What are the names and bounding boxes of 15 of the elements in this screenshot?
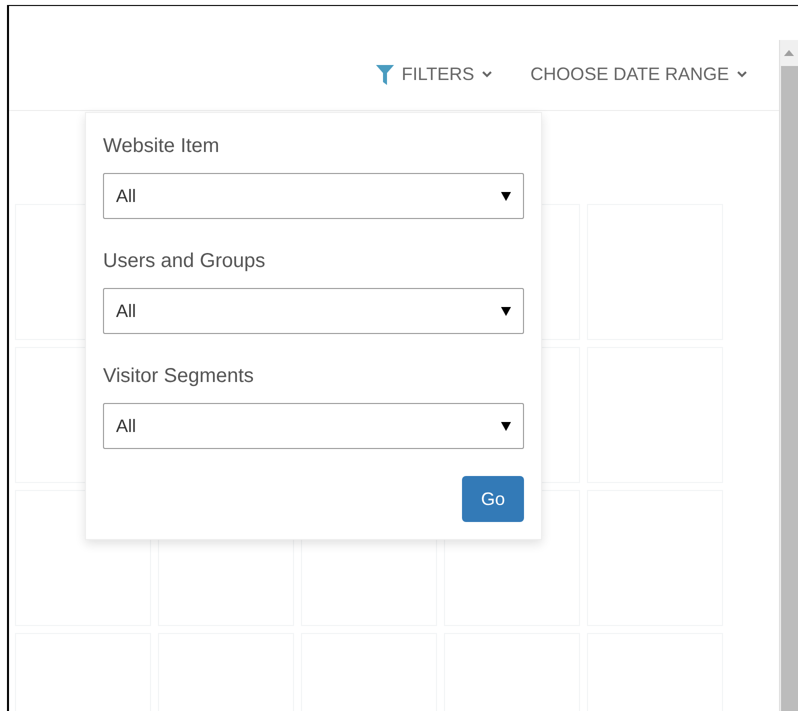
filter-icon [376,64,394,84]
dropdown-arrow-icon [501,306,511,316]
dropdown-arrow-icon [501,192,511,200]
field-label: Visitor Segments [103,365,255,389]
field-label: Users and Groups [103,250,266,274]
date-range-menu[interactable]: CHOOSE DATE RANGE [530,64,748,85]
field-label: Website Item [103,135,220,159]
filters-menu[interactable]: FILTERS [376,64,492,85]
go-button[interactable]: Go [462,476,524,522]
caret-icon [737,71,748,78]
select-field[interactable]: All [103,403,524,449]
select-field[interactable]: All [103,173,524,219]
caret-icon [482,71,492,78]
select-field[interactable]: All [103,288,524,334]
dropdown-arrow-icon [501,422,511,430]
